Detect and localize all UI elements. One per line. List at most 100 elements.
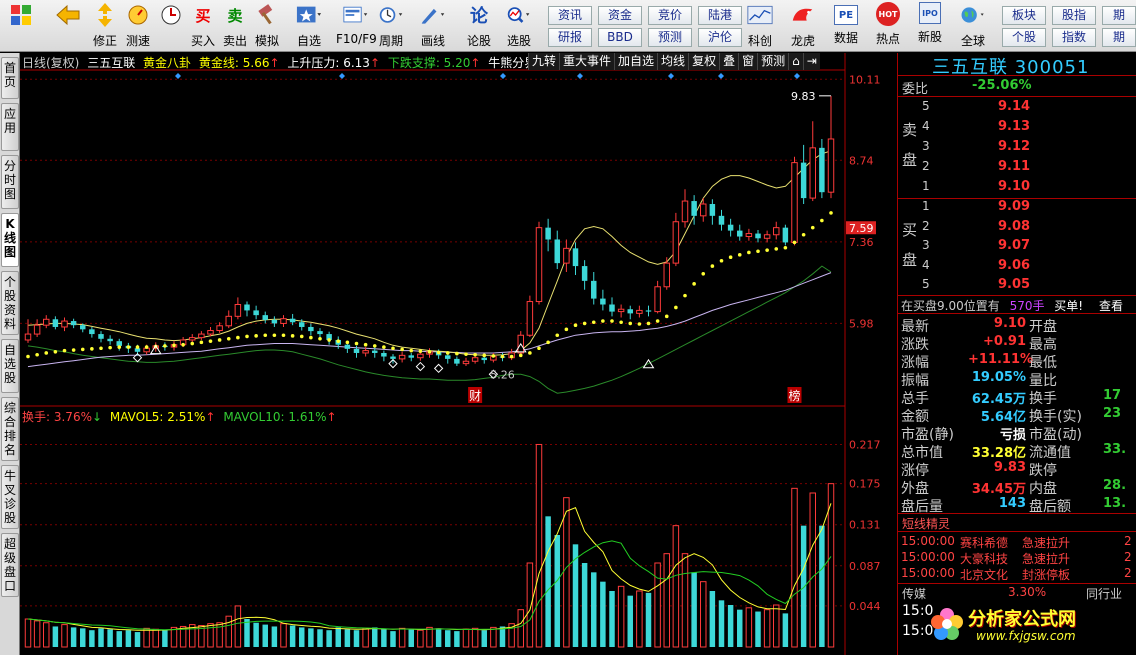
expand-icon[interactable]: ⇥ bbox=[802, 53, 820, 70]
buy-label: 买入 bbox=[190, 34, 215, 48]
volume-header: 换手: 3.76%↓ MAVOL5: 2.51%↑ MAVOL10: 1.61%… bbox=[22, 408, 337, 425]
menu-grid-button[interactable] bbox=[8, 2, 34, 50]
gold-line-dot bbox=[664, 314, 669, 319]
tab-apps[interactable]: 应用 bbox=[1, 103, 19, 151]
signal-diamond bbox=[415, 361, 426, 372]
lock-icon[interactable]: ⌂ bbox=[788, 53, 803, 70]
buy-button[interactable]: 买 买入 bbox=[190, 2, 216, 50]
speed-test-button[interactable]: 测速 bbox=[125, 2, 151, 50]
data-button[interactable]: PE 数据 bbox=[834, 2, 858, 50]
auction-button[interactable]: 竞价 bbox=[648, 6, 692, 25]
genie-stock[interactable]: 赛科希德 bbox=[960, 534, 1008, 551]
genie-stock[interactable]: 北京文化 bbox=[960, 566, 1008, 583]
volume-bar bbox=[462, 628, 470, 648]
simulate-button[interactable]: 模拟 bbox=[254, 2, 280, 50]
gold-line-dot bbox=[108, 345, 112, 350]
forum-button[interactable]: 论 论股 bbox=[466, 2, 492, 50]
adjust-button[interactable]: 复权 bbox=[688, 53, 720, 70]
kline-chart-panel[interactable]: 10.11 8.74 7.59 7.36 5.98 0.217 0.175 0.131 0.08… bbox=[20, 53, 897, 655]
gold-line-dot bbox=[290, 334, 295, 338]
shanghai-london-button[interactable]: 沪伦 bbox=[698, 28, 742, 47]
candle-body bbox=[244, 304, 250, 311]
volume-bar bbox=[499, 626, 506, 647]
clock-icon bbox=[158, 2, 184, 28]
hk-connect-button[interactable]: 陆港 bbox=[698, 6, 742, 25]
stock-index-futures-button[interactable]: 股指 bbox=[1052, 6, 1096, 25]
genie-stock[interactable]: 大豪科技 bbox=[960, 550, 1008, 567]
volume-bar bbox=[591, 572, 597, 647]
stat-label-2: 最低 bbox=[1029, 355, 1057, 371]
nine-turn-button[interactable]: 九转 bbox=[528, 53, 560, 70]
hotspot-button[interactable]: HOT 热点 bbox=[876, 2, 900, 50]
candle-body bbox=[763, 234, 771, 239]
single-stock-button[interactable]: 个股 bbox=[1002, 28, 1046, 47]
futures-button[interactable]: 期 bbox=[1102, 6, 1136, 25]
sector-button[interactable]: 板块 bbox=[1002, 6, 1046, 25]
candle-body bbox=[353, 348, 360, 353]
tab-ranking[interactable]: 综合排名 bbox=[1, 397, 19, 461]
dragon-tiger-button[interactable]: 龙虎 bbox=[790, 2, 816, 50]
tab-intraday[interactable]: 分时图 bbox=[1, 155, 19, 209]
news-button[interactable]: 资讯 bbox=[548, 6, 592, 25]
period-button[interactable]: 周期 bbox=[378, 2, 404, 50]
buy-side-label: 买盘 bbox=[902, 221, 918, 269]
tab-watchlist[interactable]: 自选股 bbox=[1, 339, 19, 393]
gold-line-dot bbox=[747, 250, 751, 255]
watchlist-button[interactable]: 自选 bbox=[296, 2, 322, 50]
bbd-button[interactable]: BBD bbox=[598, 28, 642, 47]
volume-bar bbox=[70, 627, 77, 647]
tab-super-order-book[interactable]: 超级盘口 bbox=[1, 533, 19, 597]
sell-side-label: 卖盘 bbox=[902, 121, 918, 169]
f10-button[interactable]: F10/F9 bbox=[336, 2, 377, 50]
back-button[interactable] bbox=[55, 2, 81, 50]
star-market-button[interactable]: 科创 bbox=[747, 2, 773, 50]
gold-line-dot bbox=[728, 255, 733, 260]
gold-line-dot bbox=[44, 351, 49, 355]
candle-body bbox=[691, 201, 697, 216]
order-notice[interactable]: 在买盘9.00位置有 570手 买单! 查看 bbox=[901, 297, 1123, 314]
clock-button[interactable] bbox=[158, 2, 184, 50]
candle-body bbox=[672, 221, 680, 264]
stat-label-2: 最高 bbox=[1029, 337, 1057, 353]
add-watchlist-button[interactable]: 加自选 bbox=[614, 53, 658, 70]
tab-kline[interactable]: K线图 bbox=[1, 213, 19, 267]
volume-bar bbox=[116, 631, 122, 647]
funds-button[interactable]: 资金 bbox=[598, 6, 642, 25]
kline-chart-canvas[interactable]: 10.11 8.74 7.597.36 5.98 0.217 0.175 0.131 0.08… bbox=[20, 53, 897, 655]
index-button[interactable]: 指数 bbox=[1052, 28, 1096, 47]
forecast-button[interactable]: 预测 bbox=[648, 28, 692, 47]
volume-bar bbox=[773, 604, 780, 648]
overlay-button[interactable]: 叠 bbox=[719, 53, 739, 70]
global-button[interactable]: 全球 bbox=[960, 2, 986, 50]
low-price-label: 5.26 bbox=[490, 368, 515, 381]
tab-diagnosis[interactable]: 牛叉诊股 bbox=[1, 465, 19, 529]
volume-tick-label: 0.044 bbox=[849, 600, 881, 613]
research-button[interactable]: 研报 bbox=[548, 28, 592, 47]
volume-bar bbox=[654, 562, 661, 648]
futures-button-2[interactable]: 期 bbox=[1102, 28, 1136, 47]
new-stock-button[interactable]: IPO 新股 bbox=[918, 2, 942, 50]
major-events-button[interactable]: 重大事件 bbox=[559, 53, 615, 70]
window-button[interactable]: 窗 bbox=[738, 53, 758, 70]
view-button[interactable]: 查看 bbox=[1099, 299, 1123, 313]
pe-icon: PE bbox=[834, 5, 858, 25]
candle-body bbox=[390, 356, 396, 359]
gold-line-dot bbox=[701, 271, 706, 276]
volume-bar bbox=[517, 609, 524, 648]
forecast-chart-button[interactable]: 预测 bbox=[757, 53, 789, 70]
tab-home[interactable]: 首页 bbox=[1, 57, 19, 99]
candle-body bbox=[481, 357, 487, 361]
moving-average-button[interactable]: 均线 bbox=[657, 53, 689, 70]
stock-picker-button[interactable]: 选股 bbox=[506, 2, 532, 50]
candle-body bbox=[681, 200, 689, 223]
same-industry-button[interactable]: 同行业 bbox=[1086, 585, 1122, 602]
draw-line-button[interactable]: 画线 bbox=[420, 2, 446, 50]
indicator-name: 黄金八卦 bbox=[143, 56, 192, 70]
sell-button[interactable]: 卖 卖出 bbox=[222, 2, 248, 50]
fix-button[interactable]: 修正 bbox=[92, 2, 118, 50]
candle-body bbox=[471, 357, 479, 362]
gold-line-dot bbox=[655, 319, 660, 323]
ask-level: 3 bbox=[922, 139, 930, 153]
gold-line-dot bbox=[80, 347, 85, 352]
tab-stock-profile[interactable]: 个股资料 bbox=[1, 271, 19, 335]
